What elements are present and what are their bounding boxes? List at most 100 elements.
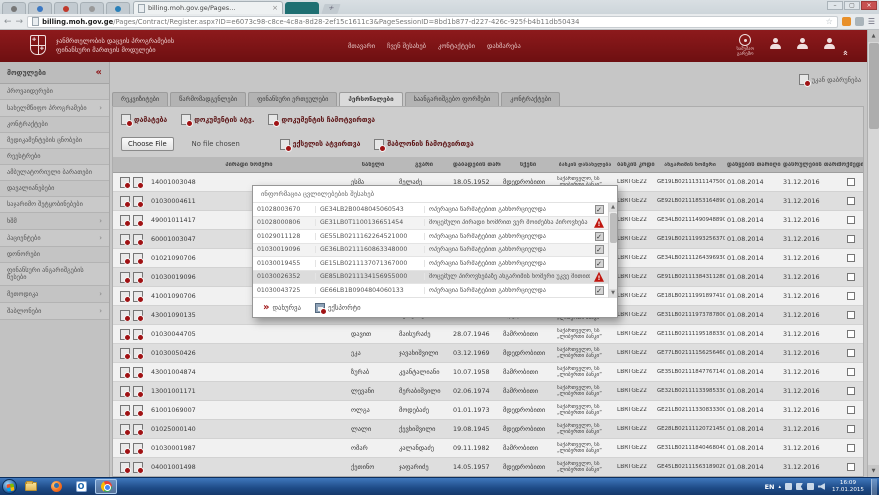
- edit-icon[interactable]: [120, 405, 130, 416]
- col-header-account-number[interactable]: ანგარიშის ნომერი: [655, 162, 725, 168]
- toolbar-action-button[interactable]: დამატება: [121, 114, 167, 125]
- delete-icon[interactable]: [133, 215, 143, 226]
- delete-icon[interactable]: [133, 177, 143, 188]
- col-header-end-date[interactable]: დასრულების თარიღი: [781, 162, 839, 168]
- window-close-button[interactable]: ×: [861, 1, 877, 10]
- delete-icon[interactable]: [133, 443, 143, 454]
- show-desktop-button[interactable]: [871, 479, 877, 495]
- table-row[interactable]: 01025000140 ლალი ქევხიშვილი 19.08.1945 მ…: [113, 420, 864, 439]
- active-checkbox[interactable]: [847, 463, 855, 471]
- active-checkbox[interactable]: [847, 216, 855, 224]
- delete-icon[interactable]: [133, 196, 143, 207]
- delete-icon[interactable]: [133, 367, 143, 378]
- sidebar-item[interactable]: საჯარიმო შეტყობინებები: [0, 197, 109, 213]
- sidebar-item[interactable]: დონორები: [0, 247, 109, 263]
- tray-expand-icon[interactable]: ▴: [778, 484, 781, 490]
- tab[interactable]: პერსონალები: [339, 92, 402, 106]
- modal-export-button[interactable]: ექსპორტი: [315, 303, 361, 313]
- edit-icon[interactable]: [120, 329, 130, 340]
- edit-icon[interactable]: [120, 462, 130, 473]
- active-checkbox[interactable]: [847, 387, 855, 395]
- browser-tab[interactable]: [28, 2, 52, 14]
- page-scrollbar[interactable]: ▲ ▼: [867, 30, 879, 477]
- collapse-header-icon[interactable]: »: [841, 50, 851, 56]
- tab[interactable]: რეკვიზიტები: [112, 92, 168, 106]
- scrollbar-thumb[interactable]: [869, 43, 879, 129]
- delete-icon[interactable]: [133, 424, 143, 435]
- window-maximize-button[interactable]: ▢: [844, 1, 860, 10]
- delete-icon[interactable]: [133, 405, 143, 416]
- scroll-up-icon[interactable]: ▲: [609, 203, 617, 212]
- active-checkbox[interactable]: [847, 178, 855, 186]
- header-nav-link[interactable]: მთავარი: [348, 42, 375, 50]
- language-indicator[interactable]: EN: [765, 483, 775, 491]
- sidebar-item[interactable]: მედიკამენტების ცნობები: [0, 133, 109, 149]
- sidebar-item[interactable]: პაციენტები ›: [0, 230, 109, 247]
- tab[interactable]: საანგარიშგებო ფორმები: [405, 92, 500, 106]
- new-tab-button[interactable]: +: [321, 4, 340, 14]
- sidebar-item[interactable]: დავალიანებები: [0, 181, 109, 197]
- scroll-up-icon[interactable]: ▲: [868, 30, 879, 42]
- edit-icon[interactable]: [120, 367, 130, 378]
- tray-action-center-icon[interactable]: [796, 483, 803, 490]
- edit-icon[interactable]: [120, 348, 130, 359]
- window-minimize-button[interactable]: –: [827, 1, 843, 10]
- active-checkbox[interactable]: [847, 292, 855, 300]
- scrollbar-thumb[interactable]: [610, 213, 617, 243]
- modal-scrollbar[interactable]: ▲ ▼: [608, 203, 617, 298]
- col-header-first-name[interactable]: სახელი: [349, 162, 397, 168]
- scroll-down-icon[interactable]: ▼: [609, 289, 617, 298]
- forward-arrow-icon[interactable]: →: [16, 17, 24, 27]
- start-button[interactable]: [2, 479, 17, 494]
- col-header-personal-number[interactable]: პირადი ნომერი: [149, 162, 349, 168]
- tab[interactable]: წარმომადგენლები: [170, 92, 246, 106]
- header-nav-link[interactable]: კონტაქტები: [438, 42, 475, 50]
- edit-icon[interactable]: [120, 215, 130, 226]
- col-header-surname[interactable]: გვარი: [397, 162, 451, 168]
- edit-icon[interactable]: [120, 234, 130, 245]
- browser-tab[interactable]: [54, 2, 78, 14]
- toolbar-action-button[interactable]: ექსელის ატვირთვა: [280, 139, 361, 150]
- modal-result-row[interactable]: 01030019096 GE36LB0211160863348000 ოპერა…: [253, 244, 608, 258]
- delete-icon[interactable]: [133, 386, 143, 397]
- chrome-menu-icon[interactable]: ☰: [868, 17, 875, 26]
- tab-close-icon[interactable]: ×: [272, 4, 278, 12]
- extension-icon[interactable]: [855, 17, 864, 26]
- sidebar-item[interactable]: კონტრაქტები: [0, 117, 109, 133]
- sidebar-item[interactable]: მეთოდიკა ›: [0, 286, 109, 303]
- edit-icon[interactable]: [120, 253, 130, 264]
- browser-tab[interactable]: [285, 2, 319, 14]
- col-header-bank-code[interactable]: ბანკის კოდი: [615, 162, 655, 168]
- active-checkbox[interactable]: [847, 444, 855, 452]
- active-checkbox[interactable]: [847, 254, 855, 262]
- user-icon[interactable]: [770, 38, 781, 49]
- delete-icon[interactable]: [133, 310, 143, 321]
- active-checkbox[interactable]: [847, 273, 855, 281]
- delete-icon[interactable]: [133, 253, 143, 264]
- modal-result-row[interactable]: 01030043725 GE66LB1B0904804060133 ოპერაც…: [253, 284, 608, 297]
- table-row[interactable]: 01030044705 დავით მაისურაძე 28.07.1946 მ…: [113, 325, 864, 344]
- table-row[interactable]: 13001001171 ლევანი მერაბიშვილი 02.06.197…: [113, 382, 864, 401]
- tab[interactable]: ფინანსური ერთეულები: [248, 92, 337, 106]
- sidebar-item[interactable]: სახელმწიფო პროგრამები ›: [0, 100, 109, 117]
- table-row[interactable]: 04001001498 ქეთინო ჯაფარიძე 14.05.1957 მ…: [113, 458, 864, 477]
- col-header-gender[interactable]: სქესი: [501, 162, 555, 168]
- col-header-bank-name[interactable]: ბანკის დასახელება: [555, 162, 615, 168]
- browser-tab[interactable]: [2, 2, 26, 14]
- tray-display-icon[interactable]: [807, 483, 814, 490]
- choose-file-button[interactable]: Choose File: [121, 137, 174, 151]
- taskbar-explorer-button[interactable]: [20, 479, 42, 494]
- delete-icon[interactable]: [133, 462, 143, 473]
- sidebar-item[interactable]: შაბლონები ›: [0, 303, 109, 320]
- edit-icon[interactable]: [120, 291, 130, 302]
- tray-volume-icon[interactable]: [818, 483, 825, 490]
- toolbar-action-button[interactable]: დოკუმენტის ატვ.: [181, 114, 254, 125]
- active-checkbox[interactable]: [847, 330, 855, 338]
- bookmark-star-icon[interactable]: ☆: [826, 17, 833, 26]
- taskbar-chrome-button[interactable]: [95, 479, 117, 494]
- table-row[interactable]: 43001004874 ზურაბ კვანტალიანი 10.07.1958…: [113, 363, 864, 382]
- users-group-icon[interactable]: [824, 38, 835, 49]
- edit-icon[interactable]: [120, 272, 130, 283]
- taskbar-clock[interactable]: 16:09 17.01.2015: [832, 480, 864, 493]
- toolbar-action-button[interactable]: დოკუმენტის ჩამოტვირთვა: [268, 114, 375, 125]
